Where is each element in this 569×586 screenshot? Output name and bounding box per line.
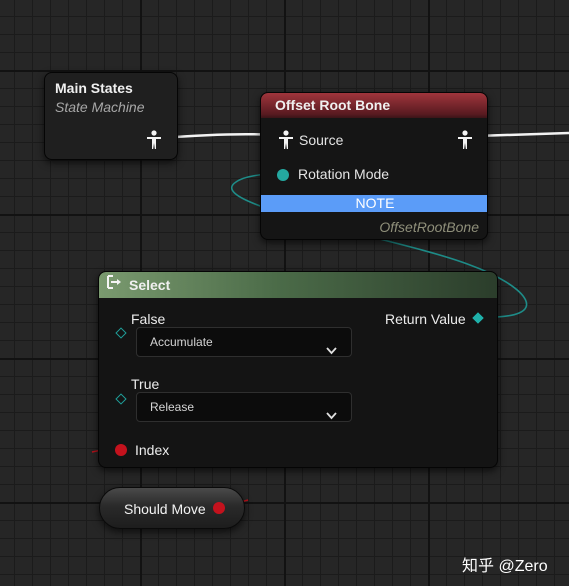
offset-root-bone-header: Offset Root Bone xyxy=(261,93,487,118)
offset-root-bone-node[interactable]: Offset Root Bone Source Rotation Mode NO… xyxy=(260,92,488,240)
should-move-label: Should Move xyxy=(124,501,206,517)
true-pin-label: True xyxy=(131,376,160,392)
return-value-pin-icon[interactable] xyxy=(472,312,484,324)
false-value-dropdown[interactable]: Accumulate xyxy=(136,327,352,357)
source-pin-label: Source xyxy=(299,132,344,148)
return-value-label: Return Value xyxy=(385,311,466,327)
main-states-title: Main States xyxy=(55,80,133,96)
watermark: 知乎 @Zero xyxy=(462,558,548,575)
note-bar: NOTE xyxy=(261,195,487,212)
false-pin-label: False xyxy=(131,311,166,327)
select-icon xyxy=(107,272,123,298)
offset-root-bone-title: Offset Root Bone xyxy=(275,97,391,113)
chevron-down-icon xyxy=(326,337,337,365)
main-states-node[interactable]: Main States State Machine xyxy=(44,72,178,160)
pose-wire xyxy=(161,132,277,140)
true-value-text: Release xyxy=(150,400,195,414)
true-value-dropdown[interactable]: Release xyxy=(136,392,352,422)
rotation-mode-pin-icon[interactable] xyxy=(277,169,289,181)
true-pin-icon[interactable] xyxy=(115,393,127,405)
should-move-node[interactable]: Should Move xyxy=(99,487,245,529)
select-node[interactable]: Select False Accumulate Return Value Tru… xyxy=(98,271,498,468)
false-pin-icon[interactable] xyxy=(115,327,127,339)
offset-root-bone-footer: OffsetRootBone xyxy=(379,219,479,235)
source-pose-pin-icon[interactable] xyxy=(278,130,294,155)
chevron-down-icon xyxy=(326,402,337,430)
index-pin-icon[interactable] xyxy=(115,444,127,456)
pose-output-pin-icon[interactable] xyxy=(146,130,162,155)
select-header: Select xyxy=(99,272,497,298)
main-states-subtitle: State Machine xyxy=(55,99,145,115)
should-move-output-pin-icon[interactable] xyxy=(213,502,225,514)
index-pin-label: Index xyxy=(135,442,170,458)
false-value-text: Accumulate xyxy=(150,335,213,349)
select-title: Select xyxy=(129,277,171,293)
output-pose-pin-icon[interactable] xyxy=(457,130,473,155)
rotation-mode-pin-label: Rotation Mode xyxy=(298,166,390,182)
pose-output-wire xyxy=(475,131,569,138)
